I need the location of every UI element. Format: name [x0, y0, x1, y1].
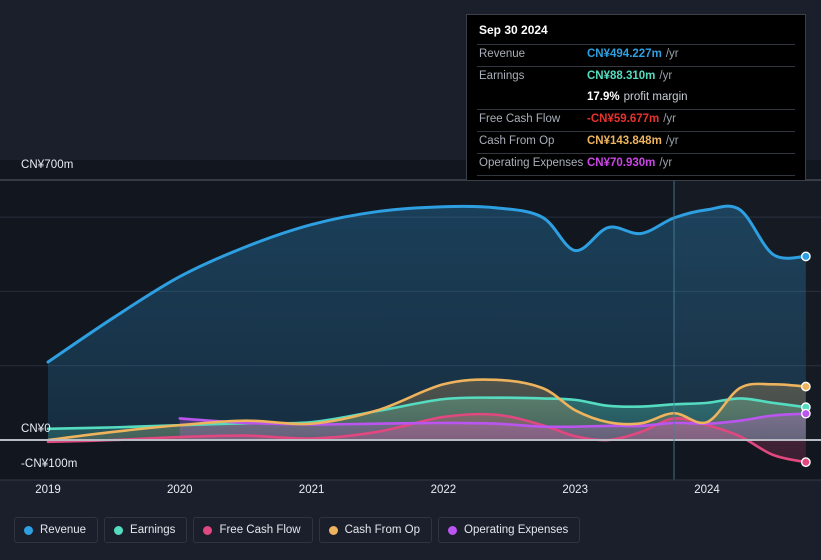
y-axis-label-top: CN¥700m [21, 159, 74, 171]
tooltip-row-value: 17.9% [587, 91, 620, 103]
tooltip-row-label: Cash From Op [479, 135, 555, 147]
tooltip-row: Earnings CN¥88.310m/yr [477, 66, 795, 88]
x-axis-tick-2024: 2024 [694, 484, 720, 496]
tooltip-row: Revenue CN¥494.227m/yr [477, 44, 795, 66]
tooltip-row-value: -CN¥59.677m [587, 113, 660, 125]
financial-area-chart: CN¥700m CN¥0 -CN¥100m 2019 2020 2021 2022 20… [0, 0, 821, 560]
x-axis-tick-2019: 2019 [35, 484, 61, 496]
tooltip-row-label: Earnings [479, 70, 525, 82]
tooltip-row-value: CN¥143.848m [587, 135, 662, 147]
legend-item-label: Earnings [130, 524, 176, 536]
endpoint-marker-free-cash-flow[interactable] [800, 457, 811, 468]
x-axis-tick-2022: 2022 [430, 484, 457, 496]
legend-item-label: Cash From Op [344, 524, 421, 536]
legend-item-revenue[interactable]: Revenue [14, 517, 99, 543]
y-axis-label-negative: -CN¥100m [21, 458, 78, 470]
legend-item-free-cash-flow[interactable]: Free Cash Flow [193, 517, 313, 543]
x-axis-tick-2020: 2020 [167, 484, 193, 496]
tooltip-date: Sep 30 2024 [479, 23, 548, 37]
tooltip-row-unit: /yr [663, 113, 677, 125]
tooltip-row-label: Operating Expenses [479, 157, 584, 169]
tooltip-row: 17.9% profit margin [477, 88, 795, 109]
chart-legend[interactable]: Revenue Earnings Free Cash Flow Cash From O… [14, 517, 581, 543]
legend-item-label: Free Cash Flow [219, 524, 301, 536]
endpoint-marker-operating-expenses[interactable] [800, 408, 811, 419]
legend-color-dot [328, 525, 338, 535]
tooltip-row-value: CN¥88.310m [587, 70, 656, 82]
tooltip-row-label: Revenue [479, 48, 526, 60]
tooltip-row-unit: /yr [659, 70, 673, 82]
tooltip-row-label: Free Cash Flow [479, 113, 561, 125]
legend-item-cash-from-op[interactable]: Cash From Op [318, 517, 433, 543]
legend-color-dot [203, 525, 213, 535]
tooltip-row: Operating Expenses CN¥70.930m/yr [477, 153, 795, 175]
legend-color-dot [24, 525, 33, 535]
legend-item-operating-expenses[interactable]: Operating Expenses [438, 517, 581, 543]
tooltip-row-suffix: profit margin [623, 91, 688, 103]
legend-item-label: Revenue [40, 524, 87, 536]
endpoint-marker-cash-from-op[interactable] [800, 381, 811, 392]
tooltip-row: Free Cash Flow -CN¥59.677m/yr [477, 109, 795, 131]
legend-color-dot [448, 525, 458, 535]
tooltip-row-unit: /yr [665, 135, 679, 147]
tooltip-row-value: CN¥70.930m [587, 157, 656, 169]
tooltip-rows: Revenue CN¥494.227m/yr Earnings CN¥88.310m /… [477, 44, 795, 175]
legend-item-label: Operating Expenses [464, 524, 569, 536]
y-axis-label-zero: CN¥0 [21, 423, 51, 435]
endpoint-marker-revenue[interactable] [800, 251, 811, 262]
tooltip-row-value: CN¥494.227m [587, 48, 662, 60]
legend-color-dot [114, 525, 124, 535]
legend-item-earnings[interactable]: Earnings [104, 517, 188, 543]
tooltip-row: Cash From Op CN¥143.848m/yr [477, 131, 795, 153]
tooltip-row-unit: /yr [659, 157, 673, 169]
tooltip-row-unit: /yr [665, 48, 679, 60]
x-axis-tick-2023: 2023 [562, 484, 588, 496]
chart-tooltip: Sep 30 2024 Revenue CN¥494.227m/yr Earning… [466, 14, 806, 181]
tooltip-bottom-divider [477, 175, 795, 176]
x-axis-tick-2021: 2021 [298, 484, 325, 496]
